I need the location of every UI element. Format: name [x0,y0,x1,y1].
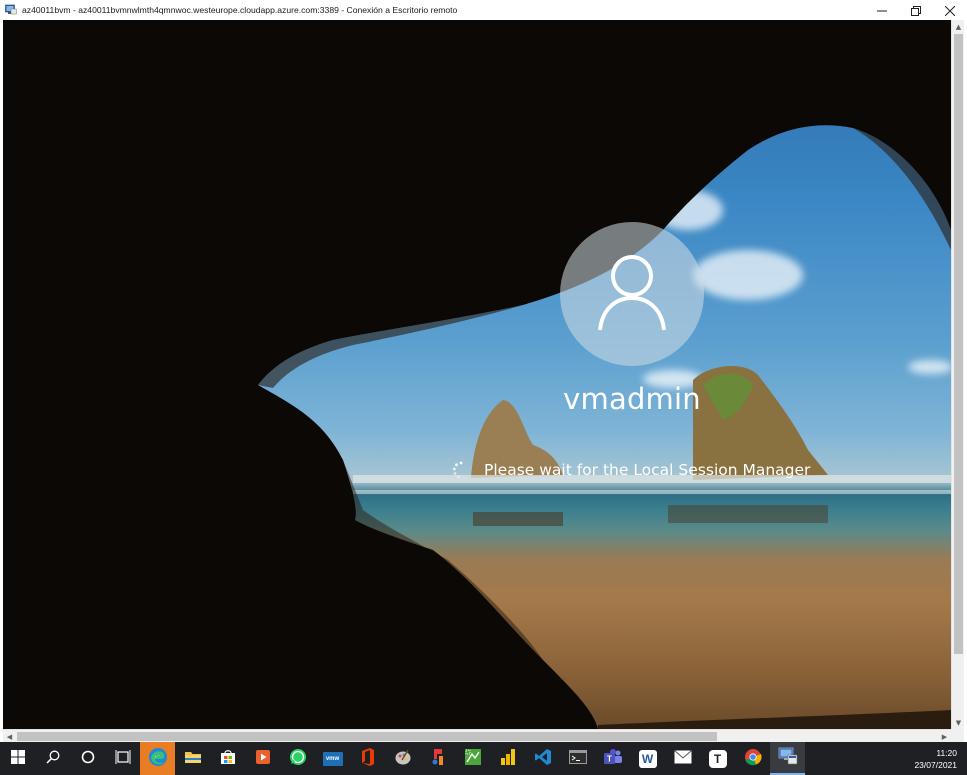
media-player-icon [255,749,271,769]
vertical-scrollbar[interactable]: ▲ ▼ [951,20,965,729]
horizontal-scrollbar[interactable]: ◀ ▶ [3,729,951,743]
office-icon [360,747,376,770]
word-app[interactable]: W [630,742,665,775]
minimize-button[interactable] [865,0,899,20]
remote-session-viewport[interactable]: vmadmin Please wait for the Local Sessio… [3,20,951,729]
xmind-icon [430,748,446,770]
remote-desktop-icon [778,747,798,769]
close-icon [944,1,956,20]
folder-icon [184,749,202,769]
typora-icon: T [708,749,727,768]
terminal-app[interactable] [560,742,595,775]
scrollbar-corner [951,729,964,742]
remote-desktop-icon [5,4,17,16]
whatsapp-app[interactable] [280,742,315,775]
task-view-icon [115,749,131,768]
vscode-icon [534,748,552,770]
search-button[interactable] [35,742,70,775]
greenshot-icon [464,748,482,770]
typora-app[interactable]: T [700,742,735,775]
user-avatar-icon [597,252,667,336]
window-title: az40011bvm - az40011bvmnwlmth4qmnwoc.wes… [22,5,458,15]
clock-date: 23/07/2021 [914,759,957,770]
media-player-app[interactable] [245,742,280,775]
edge-app[interactable] [140,742,175,775]
app-generic-1[interactable] [385,742,420,775]
user-avatar [560,222,704,366]
app-generic-3[interactable] [455,742,490,775]
app-generic-2[interactable] [420,742,455,775]
username-label: vmadmin [563,382,701,416]
chrome-icon [744,748,762,770]
teams-app[interactable]: T [595,742,630,775]
status-message: Please wait for the Local Session Manage… [452,461,810,479]
paint-icon [394,748,412,770]
windows-logo-icon [10,749,25,768]
start-button[interactable] [0,742,35,775]
powerbi-app[interactable] [490,742,525,775]
chrome-app[interactable] [735,742,770,775]
close-button[interactable] [933,0,967,20]
powerbi-icon [500,748,516,770]
cortana-circle-icon [81,749,95,768]
file-explorer-app[interactable] [175,742,210,775]
restore-icon [911,1,921,20]
system-clock[interactable]: 11:20 23/07/2021 [914,742,957,775]
office-app[interactable] [350,742,385,775]
status-text: Please wait for the Local Session Manage… [484,461,811,479]
scroll-up-icon[interactable]: ▲ [952,20,965,33]
svg-text:T: T [607,754,612,763]
vertical-scroll-thumb[interactable] [954,34,963,654]
remote-desktop-window: az40011bvm - az40011bvmnwlmth4qmnwoc.wes… [0,0,967,775]
scroll-down-icon[interactable]: ▼ [952,716,965,729]
taskbar: vmw T W T 11:20 23/07/2021 [0,742,967,775]
clock-time: 11:20 [936,747,957,758]
word-icon: W [638,749,657,768]
mail-icon [673,749,692,768]
store-bag-icon [220,749,236,769]
vscode-app[interactable] [525,742,560,775]
teams-icon: T [603,748,623,770]
minimize-icon [877,1,887,20]
vmware-app[interactable]: vmw [315,742,350,775]
store-app[interactable] [210,742,245,775]
vmware-icon: vmw [322,751,343,766]
cave-silhouette [3,20,951,729]
mail-app[interactable] [665,742,700,775]
terminal-icon [568,749,587,769]
restore-button[interactable] [899,0,933,20]
task-view-button[interactable] [105,742,140,775]
loading-spinner-icon [452,461,470,479]
cortana-button[interactable] [70,742,105,775]
remote-desktop-app[interactable] [770,742,805,775]
horizontal-scroll-thumb[interactable] [17,732,717,741]
edge-icon [148,747,168,771]
whatsapp-icon [289,748,307,770]
title-bar[interactable]: az40011bvm - az40011bvmnwlmth4qmnwoc.wes… [0,0,967,21]
search-icon [45,749,60,768]
